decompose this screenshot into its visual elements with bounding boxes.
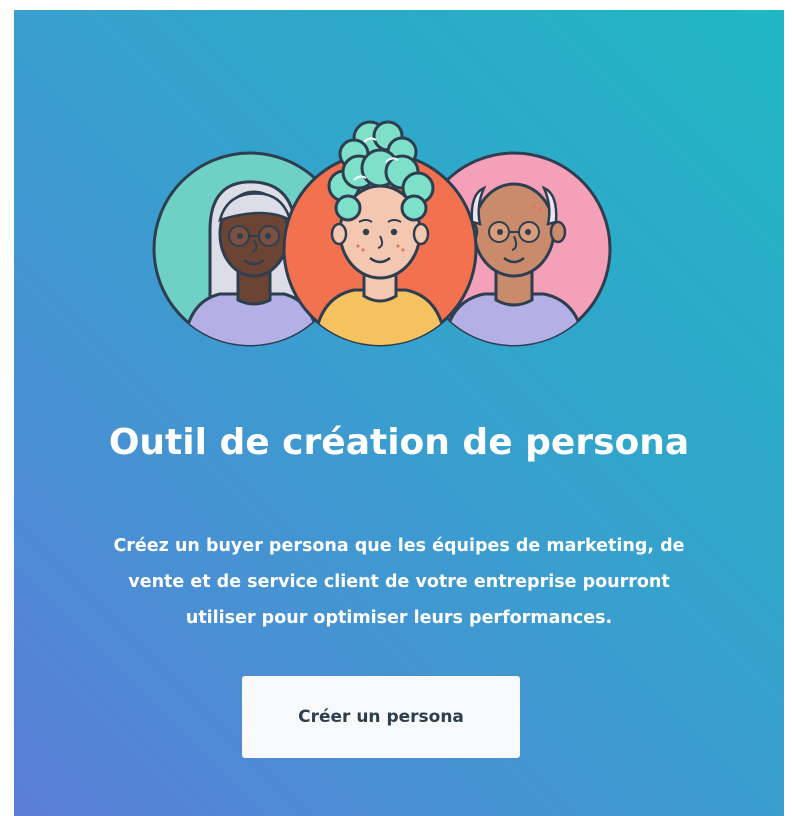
persona-woman-curly-hair-icon — [282, 120, 478, 347]
hero-description: Créez un buyer persona que les équipes d… — [54, 528, 744, 636]
persona-tool-card: Outil de création de persona Créez un bu… — [14, 10, 784, 816]
description-line: Créez un buyer persona que les équipes d… — [113, 536, 685, 556]
create-persona-button[interactable]: Créer un persona — [242, 676, 520, 758]
description-line: utiliser pour optimiser leurs performanc… — [185, 608, 613, 628]
description-line: vente et de service client de votre entr… — [128, 572, 670, 592]
page-title: Outil de création de persona — [108, 422, 690, 463]
personas-illustration — [152, 120, 612, 347]
